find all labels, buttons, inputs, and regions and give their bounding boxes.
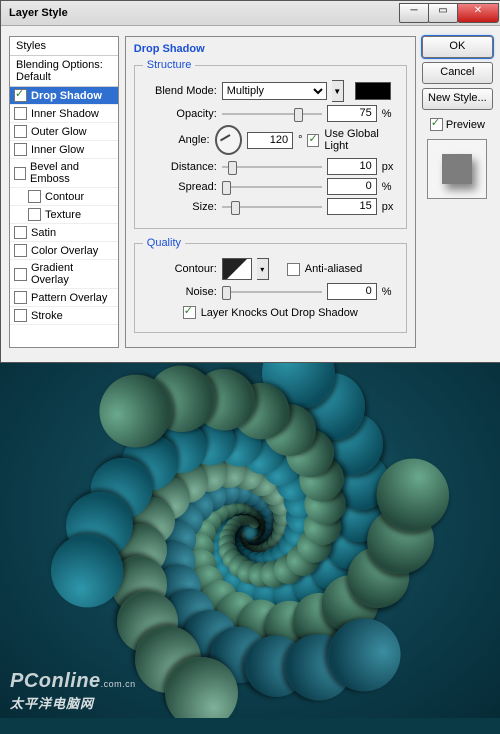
quality-group: Quality Contour: ▾ Anti-aliased Noise: 0… bbox=[134, 237, 407, 333]
blend-mode-dropdown-icon[interactable]: ▼ bbox=[332, 80, 344, 102]
style-row-drop-shadow[interactable]: Drop Shadow bbox=[10, 87, 118, 105]
global-light-label: Use Global Light bbox=[324, 128, 397, 152]
blend-mode-select[interactable]: Multiply bbox=[222, 82, 327, 100]
blend-mode-label: Blend Mode: bbox=[143, 85, 217, 97]
style-label: Stroke bbox=[31, 310, 63, 322]
preview-box bbox=[427, 139, 487, 199]
angle-label: Angle: bbox=[143, 134, 210, 146]
unit-px: px bbox=[382, 161, 398, 173]
distance-input[interactable]: 10 bbox=[327, 158, 377, 175]
watermark: PConline.com.cn 太平洋电脑网 bbox=[10, 670, 136, 712]
style-checkbox[interactable] bbox=[14, 291, 27, 304]
style-checkbox[interactable] bbox=[14, 143, 27, 156]
style-checkbox[interactable] bbox=[14, 167, 26, 180]
style-label: Bevel and Emboss bbox=[30, 161, 114, 185]
titlebar: Layer Style ─ ▭ ✕ bbox=[1, 1, 500, 26]
preview-cube-icon bbox=[442, 154, 472, 184]
quality-legend: Quality bbox=[143, 237, 185, 249]
structure-group: Structure Blend Mode: Multiply ▼ Opacity… bbox=[134, 59, 407, 229]
style-row-bevel-and-emboss[interactable]: Bevel and Emboss bbox=[10, 159, 118, 188]
style-row-inner-shadow[interactable]: Inner Shadow bbox=[10, 105, 118, 123]
style-label: Inner Glow bbox=[31, 144, 84, 156]
size-label: Size: bbox=[143, 201, 217, 213]
new-style-button[interactable]: New Style... bbox=[422, 88, 493, 110]
style-row-inner-glow[interactable]: Inner Glow bbox=[10, 141, 118, 159]
style-checkbox[interactable] bbox=[14, 309, 27, 322]
ok-button[interactable]: OK bbox=[422, 36, 493, 58]
blending-options-row[interactable]: Blending Options: Default bbox=[10, 56, 118, 87]
opacity-label: Opacity: bbox=[143, 108, 217, 120]
style-checkbox[interactable] bbox=[28, 190, 41, 203]
styles-header[interactable]: Styles bbox=[10, 37, 118, 56]
style-label: Inner Shadow bbox=[31, 108, 99, 120]
styles-list: Styles Blending Options: Default Drop Sh… bbox=[9, 36, 119, 348]
angle-input[interactable]: 120 bbox=[247, 132, 293, 149]
spread-slider[interactable] bbox=[222, 180, 322, 194]
effect-panel: Drop Shadow Structure Blend Mode: Multip… bbox=[125, 36, 416, 348]
contour-picker[interactable] bbox=[222, 258, 252, 280]
maximize-button[interactable]: ▭ bbox=[428, 3, 458, 23]
style-row-satin[interactable]: Satin bbox=[10, 224, 118, 242]
style-label: Pattern Overlay bbox=[31, 292, 107, 304]
minimize-button[interactable]: ─ bbox=[399, 3, 429, 23]
antialias-label: Anti-aliased bbox=[305, 263, 362, 275]
shadow-color-swatch[interactable] bbox=[355, 82, 391, 100]
angle-dial[interactable] bbox=[215, 125, 242, 155]
style-checkbox[interactable] bbox=[14, 268, 27, 281]
style-label: Texture bbox=[45, 209, 81, 221]
knockout-label: Layer Knocks Out Drop Shadow bbox=[201, 307, 358, 319]
style-checkbox[interactable] bbox=[14, 89, 27, 102]
noise-label: Noise: bbox=[143, 286, 217, 298]
style-label: Drop Shadow bbox=[31, 90, 102, 102]
style-checkbox[interactable] bbox=[14, 125, 27, 138]
preview-label: Preview bbox=[446, 119, 485, 131]
right-button-column: OK Cancel New Style... Preview bbox=[422, 36, 493, 348]
preview-checkbox[interactable] bbox=[430, 118, 443, 131]
distance-slider[interactable] bbox=[222, 160, 322, 174]
cancel-button[interactable]: Cancel bbox=[422, 62, 493, 84]
style-row-pattern-overlay[interactable]: Pattern Overlay bbox=[10, 289, 118, 307]
window-title: Layer Style bbox=[9, 7, 68, 19]
style-row-outer-glow[interactable]: Outer Glow bbox=[10, 123, 118, 141]
style-row-gradient-overlay[interactable]: Gradient Overlay bbox=[10, 260, 118, 289]
size-input[interactable]: 15 bbox=[327, 198, 377, 215]
style-checkbox[interactable] bbox=[28, 208, 41, 221]
panel-title: Drop Shadow bbox=[134, 43, 407, 55]
style-row-stroke[interactable]: Stroke bbox=[10, 307, 118, 325]
noise-input[interactable]: 0 bbox=[327, 283, 377, 300]
style-row-color-overlay[interactable]: Color Overlay bbox=[10, 242, 118, 260]
style-label: Gradient Overlay bbox=[31, 262, 114, 286]
antialias-checkbox[interactable] bbox=[287, 263, 300, 276]
contour-label: Contour: bbox=[143, 263, 217, 275]
contour-dropdown-icon[interactable]: ▾ bbox=[257, 258, 269, 280]
style-label: Satin bbox=[31, 227, 56, 239]
style-label: Contour bbox=[45, 191, 84, 203]
spread-input[interactable]: 0 bbox=[327, 178, 377, 195]
distance-label: Distance: bbox=[143, 161, 217, 173]
style-label: Color Overlay bbox=[31, 245, 98, 257]
opacity-input[interactable]: 75 bbox=[327, 105, 377, 122]
close-button[interactable]: ✕ bbox=[457, 3, 499, 23]
noise-slider[interactable] bbox=[222, 285, 322, 299]
style-checkbox[interactable] bbox=[14, 107, 27, 120]
unit-degree: ° bbox=[298, 134, 302, 146]
global-light-checkbox[interactable] bbox=[307, 134, 319, 147]
size-slider[interactable] bbox=[222, 200, 322, 214]
structure-legend: Structure bbox=[143, 59, 196, 71]
knockout-checkbox[interactable] bbox=[183, 306, 196, 319]
unit-percent: % bbox=[382, 108, 398, 120]
opacity-slider[interactable] bbox=[222, 107, 322, 121]
style-row-contour[interactable]: Contour bbox=[10, 188, 118, 206]
spread-label: Spread: bbox=[143, 181, 217, 193]
style-label: Outer Glow bbox=[31, 126, 87, 138]
style-checkbox[interactable] bbox=[14, 226, 27, 239]
style-row-texture[interactable]: Texture bbox=[10, 206, 118, 224]
style-checkbox[interactable] bbox=[14, 244, 27, 257]
document-canvas: PConline.com.cn 太平洋电脑网 bbox=[0, 363, 500, 718]
